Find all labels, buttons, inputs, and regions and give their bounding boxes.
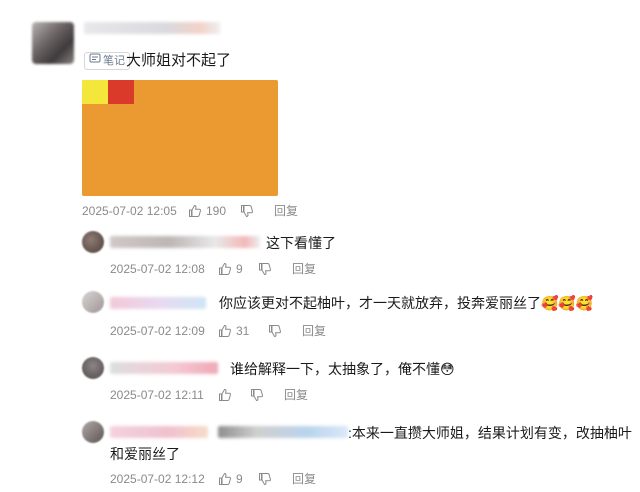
comment-timestamp: 2025-07-02 12:05: [82, 204, 177, 218]
reply-emoji: 🥰🥰🥰: [541, 295, 594, 311]
avatar[interactable]: [82, 291, 104, 313]
dislike-icon: [241, 205, 253, 218]
username-blurred[interactable]: [110, 236, 260, 248]
like-button[interactable]: 9: [218, 262, 243, 276]
dislike-icon: [259, 263, 271, 276]
reply-button[interactable]: 回复: [274, 204, 298, 218]
dislike-button[interactable]: [268, 324, 282, 338]
comment-text: 大师姐对不起了: [126, 52, 232, 69]
like-icon: [219, 388, 231, 401]
avatar[interactable]: [82, 357, 104, 379]
reply-text: 谁给解释一下，太抽象了，俺不懂😳: [230, 361, 455, 377]
dislike-icon: [259, 473, 271, 486]
reply-button[interactable]: 回复: [292, 262, 316, 276]
reply-timestamp: 2025-07-02 12:08: [110, 262, 205, 276]
like-button[interactable]: 31: [218, 324, 249, 338]
reply-button[interactable]: 回复: [302, 324, 326, 338]
reply-timestamp: 2025-07-02 12:12: [110, 472, 205, 486]
like-button[interactable]: [218, 388, 236, 402]
reply-button[interactable]: 回复: [292, 472, 316, 486]
reply-text: 这下看懂了: [266, 235, 336, 251]
like-icon: [219, 324, 231, 337]
avatar[interactable]: [82, 231, 104, 253]
like-count: 9: [236, 262, 243, 276]
image-swatch-yellow: [82, 80, 108, 104]
mentioned-user-blurred[interactable]: [218, 426, 348, 438]
dislike-icon: [251, 389, 263, 402]
like-icon: [189, 204, 201, 217]
like-count: 31: [236, 324, 250, 338]
note-icon: [89, 53, 101, 70]
username-blurred[interactable]: [84, 22, 220, 34]
comment-image[interactable]: [82, 80, 278, 196]
like-icon: [219, 262, 231, 275]
dislike-button[interactable]: [240, 204, 254, 218]
dislike-button[interactable]: [258, 262, 272, 276]
username-blurred[interactable]: [110, 426, 208, 438]
like-count: 190: [206, 204, 227, 218]
avatar[interactable]: [32, 22, 74, 64]
like-icon: [219, 472, 231, 485]
username-blurred[interactable]: [110, 362, 218, 374]
reply-emoji: 😳: [440, 361, 455, 377]
like-button[interactable]: 190: [188, 204, 226, 218]
reply-button[interactable]: 回复: [284, 388, 308, 402]
reply-timestamp: 2025-07-02 12:09: [110, 324, 205, 338]
reply-timestamp: 2025-07-02 12:11: [110, 388, 204, 402]
reply-text: 你应该更对不起柚叶，才一天就放弃，投奔爱丽丝了🥰🥰🥰: [219, 295, 594, 311]
image-swatch-red: [108, 80, 134, 104]
reply-text: :本来一直攒大师姐，结果计划有变，改抽柚叶: [348, 425, 632, 441]
like-count: 9: [236, 472, 243, 486]
dislike-button[interactable]: [250, 388, 264, 402]
like-button[interactable]: 9: [218, 472, 243, 486]
reply-text-continued: 和爱丽丝了: [110, 446, 180, 462]
avatar[interactable]: [82, 421, 104, 443]
username-blurred[interactable]: [110, 297, 206, 309]
note-tag-label: 笔记: [103, 55, 125, 67]
note-tag: 笔记: [84, 52, 130, 70]
dislike-icon: [269, 325, 281, 338]
dislike-button[interactable]: [258, 472, 272, 486]
